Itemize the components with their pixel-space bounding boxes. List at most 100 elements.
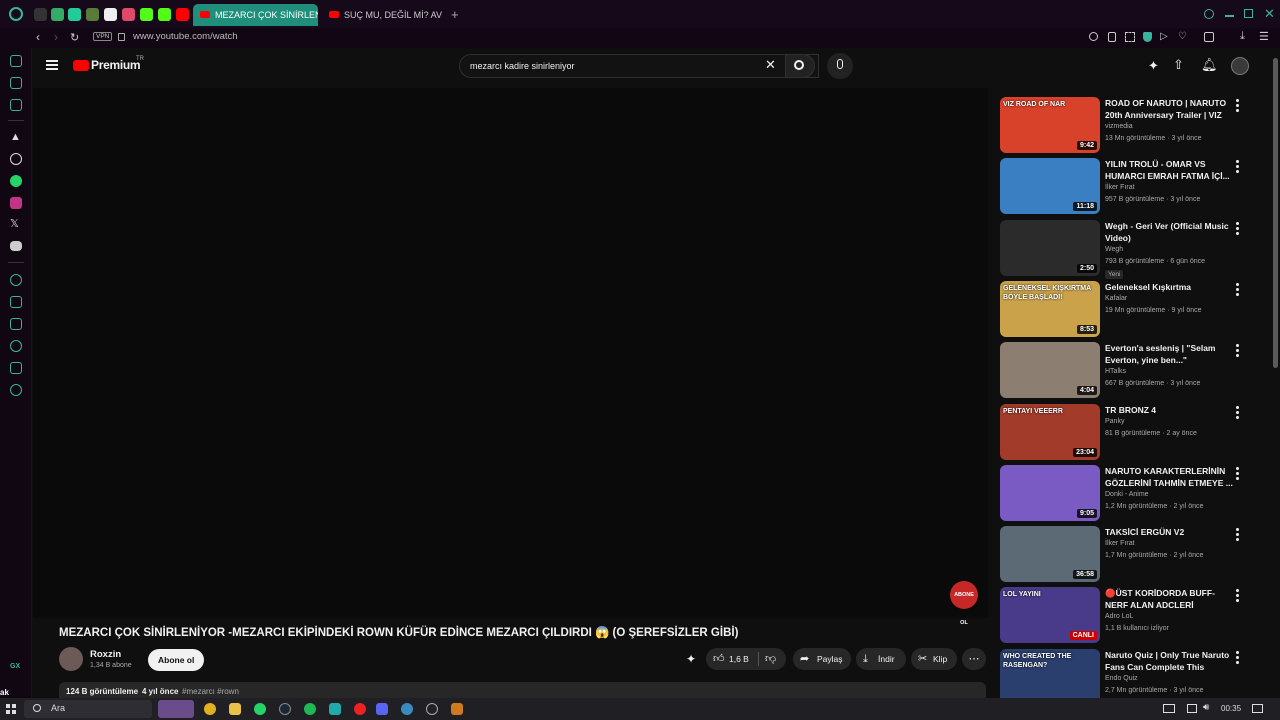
recommendation-item[interactable]: 36:58 TAKSİCİ ERGÜN V2 İlker Fırat 1,7 Mn g… xyxy=(1000,526,1270,584)
voice-search-button[interactable] xyxy=(827,53,853,79)
recommendation-channel[interactable]: Wegh xyxy=(1105,246,1123,253)
recommendation-title[interactable]: Naruto Quiz | Only True Naruto Fans Can … xyxy=(1105,649,1233,673)
steam-icon[interactable] xyxy=(279,703,291,715)
recommendation-item[interactable]: 9:05 NARUTO KARAKTERLERİNİN GÖZLERİNİ TAH… xyxy=(1000,465,1270,523)
more-options-icon[interactable] xyxy=(1236,160,1239,175)
video-player[interactable] xyxy=(33,88,988,618)
taskbar-widget[interactable] xyxy=(158,700,194,718)
recommendation-item[interactable]: VIZ ROAD OF NAR 9:42 ROAD OF NARUTO | NARU… xyxy=(1000,97,1270,155)
video-thumbnail[interactable]: WHO CREATED THE RASENGAN? xyxy=(1000,649,1100,705)
recommendation-channel[interactable]: Kafalar xyxy=(1105,295,1127,302)
forward-icon[interactable]: › xyxy=(54,30,58,44)
download-button[interactable]: ⤓ İndir xyxy=(856,648,906,670)
video-thumbnail[interactable]: PENTAYI VEEERR 23:04 xyxy=(1000,404,1100,460)
taskbar-search-box[interactable] xyxy=(24,700,152,718)
pinned-tab-icon[interactable] xyxy=(51,8,64,21)
recommendation-title[interactable]: NARUTO KARAKTERLERİNİN GÖZLERİNİ TAHMİN … xyxy=(1105,465,1233,489)
ai-sparkle-icon[interactable]: ✦ xyxy=(1148,58,1159,74)
app-icon[interactable] xyxy=(451,703,463,715)
restore-button[interactable] xyxy=(1244,9,1253,18)
discord-icon[interactable] xyxy=(376,703,388,715)
pinned-tab-icon[interactable] xyxy=(34,8,47,21)
pinned-tab-icon[interactable] xyxy=(104,8,117,21)
heart-icon[interactable]: ♡ xyxy=(1178,31,1187,42)
video-thumbnail[interactable]: GELENEKSEL KIŞKIRTMA BÖYLE BAŞLADI! 8:53 xyxy=(1000,281,1100,337)
clear-search-icon[interactable]: ✕ xyxy=(765,57,776,73)
instagram-icon[interactable] xyxy=(10,197,22,209)
clip-button[interactable]: ✂ Klip xyxy=(911,648,957,670)
recommendation-title[interactable]: Everton'a sesleniş | "Selam Everton, yin… xyxy=(1105,342,1233,366)
settings-icon[interactable] xyxy=(10,384,22,396)
reload-icon[interactable]: ↻ xyxy=(70,31,79,44)
channel-avatar[interactable] xyxy=(59,647,83,671)
vpn-badge[interactable]: VPN xyxy=(93,32,113,41)
recommendation-title[interactable]: TR BRONZ 4 xyxy=(1105,404,1233,416)
create-upload-icon[interactable]: ⇧ xyxy=(1173,57,1184,73)
notification-center-icon[interactable] xyxy=(1252,704,1263,713)
sidebar-icon[interactable] xyxy=(10,99,22,111)
whatsapp-icon[interactable] xyxy=(254,703,266,715)
recommendation-title[interactable]: 🔴ÜST KORİDORDA BUFF-NERF ALAN ADCLERİ OY… xyxy=(1105,587,1233,611)
discord-icon[interactable] xyxy=(10,241,22,251)
spotify-icon[interactable] xyxy=(304,703,316,715)
recommendation-channel[interactable]: Adro LoL xyxy=(1105,613,1133,620)
volume-icon[interactable]: 🔊︎ xyxy=(1203,702,1209,713)
menu-icon[interactable]: ☰ xyxy=(1259,30,1269,43)
youtube-logo-text[interactable]: Premium xyxy=(91,58,141,72)
app-icon[interactable] xyxy=(329,703,341,715)
notifications-bell-icon[interactable]: 🔔︎ xyxy=(1201,57,1218,73)
hashtags[interactable]: #mezarcı #rown xyxy=(182,687,239,696)
kick-tab-icon[interactable] xyxy=(140,8,153,21)
video-thumbnail[interactable]: 36:58 xyxy=(1000,526,1100,582)
opera-icon[interactable] xyxy=(354,703,366,715)
recommendation-item[interactable]: 11:18 YILIN TROLÜ - OMAR VS HUMARCI EMRAH… xyxy=(1000,158,1270,216)
recommendation-item[interactable]: PENTAYI VEEERR 23:04 TR BRONZ 4 Panky 81 B g… xyxy=(1000,404,1270,462)
video-thumbnail[interactable]: 2:50 xyxy=(1000,220,1100,276)
recommendation-channel[interactable]: Donki - Anime xyxy=(1105,491,1149,498)
video-thumbnail[interactable]: 4:04 xyxy=(1000,342,1100,398)
recommendation-item[interactable]: 2:50 Wegh - Geri Ver (Official Music Vide… xyxy=(1000,220,1270,279)
more-options-icon[interactable] xyxy=(1236,528,1239,543)
recommendation-channel[interactable]: vizmedia xyxy=(1105,123,1133,130)
pin-icon[interactable] xyxy=(1108,32,1116,42)
tab-second-video[interactable]: SUÇ MU, DEĞİL Mİ? AVUK xyxy=(322,4,442,26)
sidebar-icon[interactable] xyxy=(10,55,22,67)
chatgpt-icon[interactable] xyxy=(10,153,22,165)
more-options-icon[interactable] xyxy=(1236,283,1239,298)
pinned-tab-icon[interactable] xyxy=(68,8,81,21)
taskbar-clock[interactable]: 00:35 xyxy=(1221,704,1241,713)
recommendation-title[interactable]: TAKSİCİ ERGÜN V2 xyxy=(1105,526,1233,538)
pinboard-icon[interactable] xyxy=(10,296,22,308)
pinned-tab-icon[interactable] xyxy=(122,8,135,21)
app-icon[interactable] xyxy=(401,703,413,715)
url-field[interactable]: www.youtube.com/watch xyxy=(133,31,238,42)
recommendation-channel[interactable]: İlker Fırat xyxy=(1105,184,1135,191)
more-options-icon[interactable] xyxy=(1236,99,1239,114)
hamburger-menu-icon[interactable] xyxy=(46,60,58,70)
shield-icon[interactable] xyxy=(1143,32,1152,42)
more-options-icon[interactable] xyxy=(1236,589,1239,604)
more-options-icon[interactable] xyxy=(1236,406,1239,421)
play-icon[interactable]: ▷ xyxy=(1160,31,1168,42)
zoom-icon[interactable] xyxy=(1089,32,1098,41)
network-icon[interactable] xyxy=(1187,704,1197,713)
share-button[interactable]: ➦ Paylaş xyxy=(793,648,851,670)
keyboard-icon[interactable] xyxy=(1163,704,1175,713)
subscribe-sticker[interactable]: ABONE OL xyxy=(950,581,978,626)
recommendation-channel[interactable]: Panky xyxy=(1105,418,1124,425)
video-thumbnail[interactable]: 9:05 xyxy=(1000,465,1100,521)
recommendation-channel[interactable]: İlker Fırat xyxy=(1105,540,1135,547)
whatsapp-icon[interactable] xyxy=(10,175,22,187)
x-icon[interactable]: 𝕏 xyxy=(10,217,19,230)
like-button[interactable]: 👍︎ 1,6 B xyxy=(711,648,761,670)
more-actions-button[interactable]: ⋯ xyxy=(962,648,986,670)
recommendation-channel[interactable]: Endo Quiz xyxy=(1105,675,1138,682)
recommendation-title[interactable]: Geleneksel Kışkırtma xyxy=(1105,281,1233,293)
recommendation-title[interactable]: ROAD OF NARUTO | NARUTO 20th Anniversary… xyxy=(1105,97,1233,121)
more-options-icon[interactable] xyxy=(1236,344,1239,359)
pinned-tab-icon[interactable] xyxy=(86,8,99,21)
page-scrollbar[interactable] xyxy=(1273,58,1278,368)
aria-icon[interactable]: ▲ xyxy=(10,131,21,143)
opera-logo-icon[interactable] xyxy=(9,7,23,21)
extensions-icon[interactable] xyxy=(10,362,22,374)
